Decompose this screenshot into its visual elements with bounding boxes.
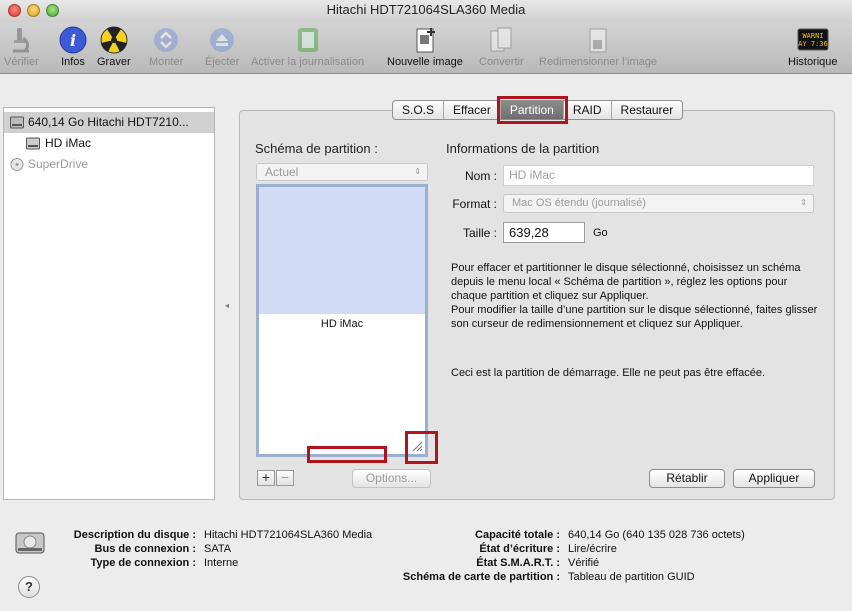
- size-label: Taille :: [462, 226, 497, 240]
- enable-journaling-button[interactable]: Activer la journalisation: [251, 26, 364, 68]
- disk-description-label: Description du disque :: [73, 529, 196, 541]
- disk-description-value: Hitachi HDT721064SLA360 Media: [204, 529, 373, 541]
- name-label: Nom :: [464, 169, 497, 183]
- convert-icon: [490, 27, 512, 52]
- window-title: Hitachi HDT721064SLA360 Media: [326, 2, 526, 17]
- popup-arrows-icon: ⇕: [800, 198, 807, 207]
- splitter-handle[interactable]: ◂: [225, 301, 229, 310]
- svg-text:AY 7:36: AY 7:36: [798, 40, 828, 48]
- scheme-heading: Schéma de partition :: [255, 141, 378, 156]
- toolbar: Vérifier i Infos Graver Monter Éjecter A…: [0, 22, 852, 74]
- log-button[interactable]: WARNI AY 7:36 Historique: [788, 26, 838, 68]
- capacity-value: 640,14 Go (640 135 028 736 octets): [568, 529, 745, 541]
- add-partition-button[interactable]: +: [257, 470, 275, 486]
- format-popup[interactable]: Mac OS étendu (journalisé) ⇕: [503, 194, 814, 213]
- sidebar-item-superdrive[interactable]: SuperDrive: [4, 154, 214, 175]
- bus-value: SATA: [204, 543, 232, 555]
- boot-partition-note: Ceci est la partition de démarrage. Elle…: [451, 367, 766, 379]
- partition-map-label: Schéma de carte de partition :: [402, 571, 560, 583]
- smart-status-value: Vérifié: [568, 557, 600, 569]
- write-state-value: Lire/écrire: [568, 543, 617, 555]
- burn-button[interactable]: Graver: [97, 26, 131, 68]
- optical-drive-icon: [10, 158, 24, 171]
- connection-type-label: Type de connexion :: [90, 557, 196, 569]
- resize-grip-highlight: [405, 431, 438, 464]
- help-text: Pour effacer et partitionner le disque s…: [451, 262, 818, 330]
- mount-icon: [154, 28, 179, 52]
- format-label: Format :: [452, 197, 497, 211]
- partition-name-label: HD iMac: [320, 318, 364, 330]
- write-state-label: État d’écriture :: [479, 543, 560, 555]
- eject-button[interactable]: Éjecter: [205, 26, 239, 68]
- microscope-icon: [13, 28, 30, 53]
- options-button[interactable]: Options...: [352, 469, 431, 488]
- remove-partition-button[interactable]: −: [276, 470, 294, 486]
- tab-restore[interactable]: Restaurer: [610, 101, 683, 119]
- bus-label: Bus de connexion :: [94, 543, 196, 555]
- info-button[interactable]: i Infos: [57, 26, 89, 68]
- smart-status-label: État S.M.A.R.T. :: [476, 557, 560, 569]
- tab-first-aid[interactable]: S.O.S: [393, 101, 443, 119]
- title-bar: Hitachi HDT721064SLA360 Media: [0, 0, 852, 22]
- svg-text:i: i: [70, 31, 76, 50]
- scheme-popup[interactable]: Actuel ⇕: [256, 163, 428, 181]
- partition-layout: HD iMac: [256, 184, 428, 457]
- sidebar-item-disk[interactable]: 640,14 Go Hitachi HDT7210...: [4, 112, 214, 133]
- tab-erase[interactable]: Effacer: [443, 101, 500, 119]
- svg-text:WARNI: WARNI: [802, 32, 823, 40]
- popup-arrows-icon: ⇕: [414, 167, 421, 176]
- journal-icon: [297, 28, 318, 52]
- convert-button[interactable]: Convertir: [479, 26, 524, 68]
- verify-button[interactable]: Vérifier: [4, 26, 39, 68]
- close-window-button[interactable]: [8, 4, 21, 17]
- help-button[interactable]: ?: [18, 576, 40, 598]
- hard-disk-icon: [10, 116, 24, 129]
- mount-button[interactable]: Monter: [149, 26, 183, 68]
- zoom-window-button[interactable]: [46, 4, 59, 17]
- name-field[interactable]: HD iMac: [503, 165, 814, 186]
- partition-map-value: Tableau de partition GUID: [568, 571, 695, 583]
- partition-block[interactable]: [259, 187, 425, 314]
- info-icon: i: [59, 26, 87, 54]
- apply-button[interactable]: Appliquer: [733, 469, 815, 488]
- size-unit: Go: [593, 227, 608, 239]
- resize-image-button[interactable]: Redimensionner l’image: [539, 26, 657, 68]
- minimize-window-button[interactable]: [27, 4, 40, 17]
- revert-button[interactable]: Rétablir: [649, 469, 725, 488]
- resize-image-icon: [589, 28, 607, 53]
- size-field[interactable]: 639,28: [503, 222, 585, 243]
- tab-raid[interactable]: RAID: [562, 101, 611, 119]
- new-image-icon: [416, 28, 435, 53]
- disk-list: 640,14 Go Hitachi HDT7210... HD iMac Sup…: [3, 107, 215, 500]
- partition-info-heading: Informations de la partition: [446, 141, 600, 156]
- burn-icon: [100, 26, 128, 54]
- resize-area-highlight: [307, 446, 387, 463]
- sidebar-item-volume[interactable]: HD iMac: [4, 133, 214, 154]
- partition-tab-highlight: [497, 96, 568, 124]
- capacity-label: Capacité totale :: [475, 529, 560, 541]
- volume-icon: [26, 137, 40, 150]
- eject-icon: [210, 28, 235, 52]
- connection-type-value: Interne: [204, 557, 239, 569]
- new-image-button[interactable]: Nouvelle image: [387, 26, 463, 68]
- log-icon: WARNI AY 7:36: [797, 28, 829, 51]
